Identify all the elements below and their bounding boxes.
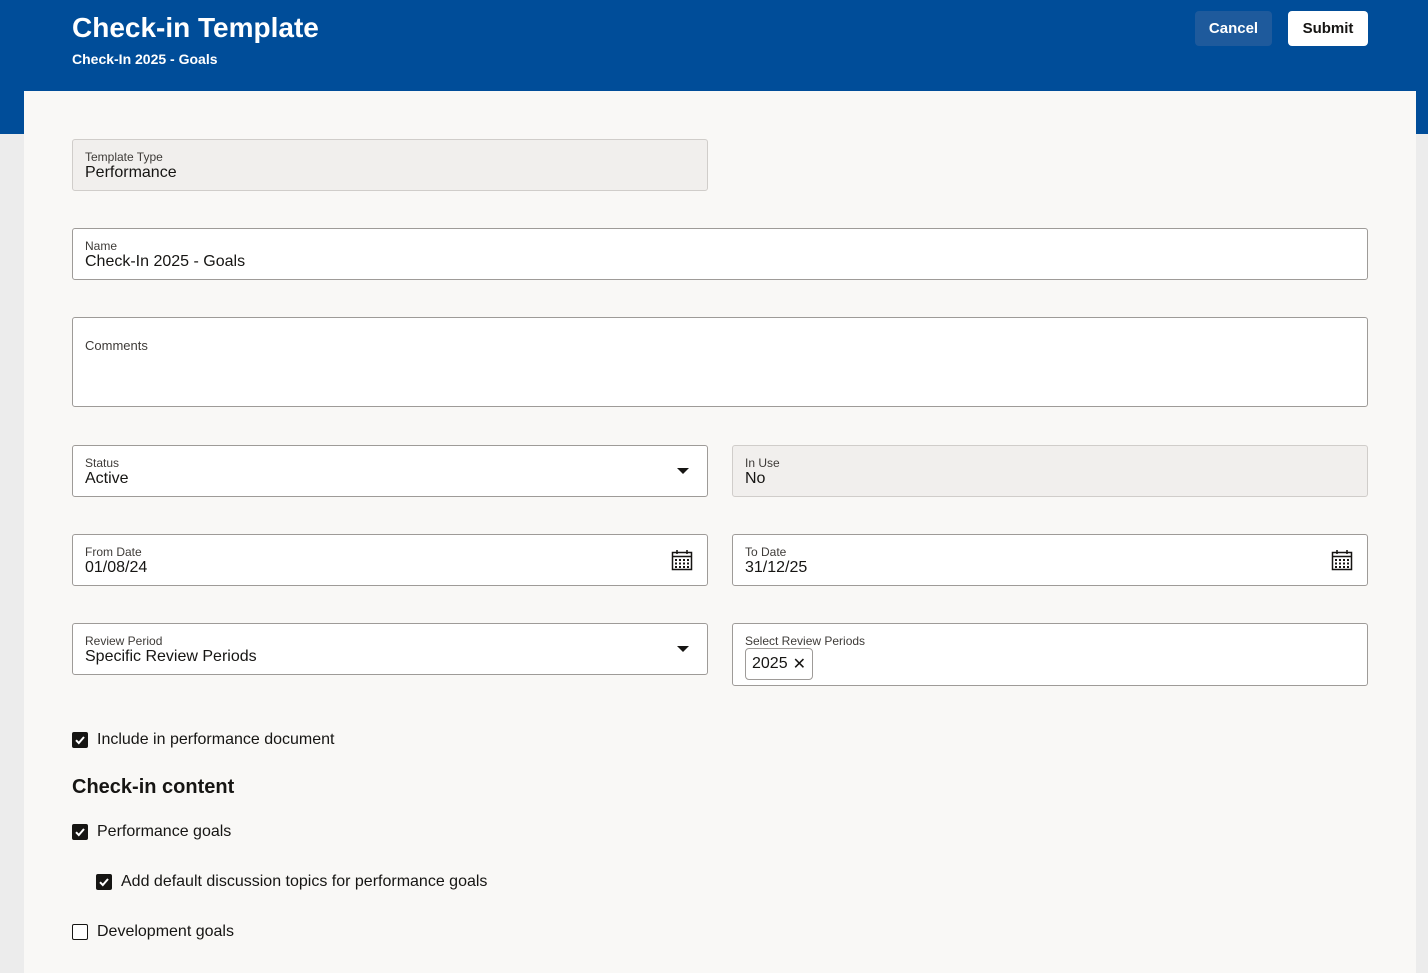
submit-button[interactable]: Submit [1288, 11, 1368, 46]
review-period-chip: 2025 ✕ [745, 648, 813, 680]
review-period-select[interactable]: Review Period Specific Review Periods [72, 623, 708, 675]
name-value[interactable]: Check-In 2025 - Goals [85, 253, 245, 271]
to-date-label: To Date [745, 545, 787, 559]
chip-label: 2025 [752, 655, 788, 672]
review-period-value: Specific Review Periods [85, 648, 257, 665]
review-period-label: Review Period [85, 634, 163, 648]
status-value: Active [85, 470, 129, 487]
name-label: Name [85, 239, 118, 253]
checkmark-icon [75, 736, 85, 745]
default-topics-checkbox[interactable] [96, 874, 112, 890]
development-goals-checkbox[interactable] [72, 924, 88, 940]
in-use-label: In Use [745, 456, 780, 470]
performance-goals-label: Performance goals [97, 823, 232, 840]
select-review-periods-field[interactable]: Select Review Periods 2025 ✕ [732, 623, 1368, 686]
from-date-label: From Date [85, 545, 142, 559]
template-type-label: Template Type [85, 150, 163, 164]
calendar-icon[interactable] [671, 549, 693, 571]
page-title: Check-in Template [72, 12, 319, 43]
from-date-field[interactable]: From Date 01/08/24 [72, 534, 708, 586]
default-topics-row[interactable]: Add default discussion topics for perfor… [96, 873, 487, 891]
form-card [24, 91, 1416, 973]
checkmark-icon [99, 878, 109, 887]
include-in-doc-row[interactable]: Include in performance document [72, 731, 334, 749]
cancel-button[interactable]: Cancel [1195, 11, 1272, 46]
template-type-value: Performance [85, 164, 177, 181]
include-in-doc-label: Include in performance document [97, 731, 335, 748]
chevron-down-icon[interactable] [677, 468, 689, 474]
from-date-value[interactable]: 01/08/24 [85, 559, 147, 577]
template-type-field: Template Type Performance [72, 139, 708, 191]
development-goals-label: Development goals [97, 923, 234, 940]
close-icon[interactable]: ✕ [793, 654, 806, 674]
development-goals-row[interactable]: Development goals [72, 923, 234, 941]
to-date-field[interactable]: To Date 31/12/25 [732, 534, 1368, 586]
to-date-value[interactable]: 31/12/25 [745, 559, 807, 577]
checkin-content-title: Check-in content [72, 776, 235, 798]
performance-goals-checkbox[interactable] [72, 824, 88, 840]
page-subtitle: Check-In 2025 - Goals [72, 51, 218, 67]
status-select[interactable]: Status Active [72, 445, 708, 497]
calendar-icon[interactable] [1331, 549, 1353, 571]
in-use-value: No [745, 470, 766, 487]
comments-label: Comments [85, 338, 148, 353]
chevron-down-icon[interactable] [677, 646, 689, 652]
checkmark-icon [75, 828, 85, 837]
status-label: Status [85, 456, 120, 470]
in-use-field: In Use No [732, 445, 1368, 497]
include-in-doc-checkbox[interactable] [72, 732, 88, 748]
performance-goals-row[interactable]: Performance goals [72, 823, 231, 841]
comments-field[interactable]: Comments [72, 317, 1368, 407]
name-field[interactable]: Name Check-In 2025 - Goals [72, 228, 1368, 280]
select-review-periods-label: Select Review Periods [745, 634, 866, 648]
default-topics-label: Add default discussion topics for perfor… [121, 873, 488, 890]
